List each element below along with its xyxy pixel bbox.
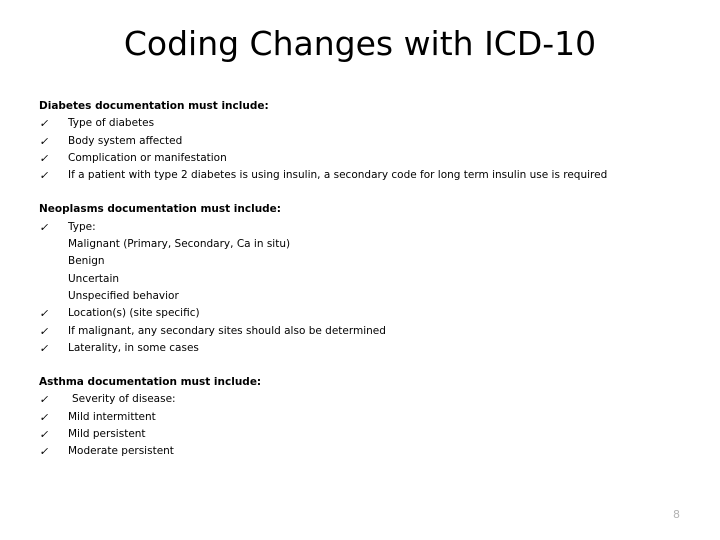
- section-asthma: Asthma documentation must include: ✓ Sev…: [39, 374, 679, 460]
- section-heading: Diabetes documentation must include:: [39, 100, 269, 112]
- slide-body: Diabetes documentation must include: ✓ T…: [39, 98, 679, 461]
- list-item: ✓ If malignant, any secondary sites shou…: [39, 323, 679, 340]
- checkmark-icon: ✓: [38, 445, 51, 459]
- checkmark-icon: ✓: [38, 151, 51, 165]
- sublist-item: Uncertain: [68, 272, 120, 285]
- sublist: Malignant (Primary, Secondary, Ca in sit…: [68, 236, 679, 305]
- list-item-label: Moderate persistent: [68, 445, 174, 458]
- list-item-label: If a patient with type 2 diabetes is usi…: [68, 169, 608, 182]
- checkmark-icon: ✓: [38, 220, 51, 234]
- list-item: ✓ Moderate persistent: [39, 443, 679, 460]
- list-item-label: Mild persistent: [68, 428, 146, 441]
- list-item-label: Severity of disease:: [72, 393, 176, 406]
- checkmark-icon: ✓: [38, 324, 51, 338]
- list-item-label: If malignant, any secondary sites should…: [68, 324, 386, 337]
- list-item: ✓ Mild intermittent: [39, 409, 679, 426]
- sublist-item: Unspecified behavior: [68, 289, 179, 302]
- section-diabetes: Diabetes documentation must include: ✓ T…: [39, 98, 679, 184]
- list-item: ✓ Type: Malignant (Primary, Secondary, C…: [39, 219, 679, 305]
- checkmark-icon: ✓: [38, 341, 51, 355]
- section-heading: Neoplasms documentation must include:: [39, 203, 282, 216]
- list-item-label: Location(s) (site specific): [68, 307, 200, 320]
- checkmark-icon: ✓: [38, 134, 51, 148]
- list-item: ✓ Location(s) (site specific): [39, 305, 679, 322]
- page-title: Coding Changes with ICD-10: [123, 24, 597, 63]
- checkmark-icon: ✓: [38, 117, 51, 131]
- list-item: ✓ Body system affected: [39, 133, 679, 150]
- slide-canvas: Coding Changes with ICD-10 Diabetes docu…: [0, 0, 720, 540]
- list-item-label: Body system affected: [68, 134, 183, 147]
- list-item: ✓ Type of diabetes: [39, 115, 679, 132]
- checklist: ✓ Severity of disease: ✓ Mild intermitte…: [39, 391, 679, 460]
- list-item-label: Type of diabetes: [68, 117, 155, 130]
- checkmark-icon: ✓: [38, 428, 51, 442]
- list-item: ✓ Severity of disease:: [39, 391, 679, 408]
- sublist-item: Benign: [68, 255, 105, 268]
- checkmark-icon: ✓: [38, 410, 51, 424]
- sublist-item: Malignant (Primary, Secondary, Ca in sit…: [68, 238, 291, 251]
- checklist: ✓ Type of diabetes ✓ Body system affecte…: [39, 115, 679, 184]
- section-heading: Asthma documentation must include:: [39, 376, 262, 389]
- checklist: ✓ Type: Malignant (Primary, Secondary, C…: [39, 219, 679, 357]
- checkmark-icon: ✓: [38, 393, 51, 407]
- list-item: ✓ Complication or manifestation: [39, 150, 679, 167]
- page-number: 8: [673, 508, 680, 521]
- list-item-label: Complication or manifestation: [68, 151, 227, 164]
- list-item: ✓ If a patient with type 2 diabetes is u…: [39, 167, 679, 184]
- list-item-label: Mild intermittent: [68, 410, 156, 423]
- checkmark-icon: ✓: [38, 169, 51, 183]
- list-item-label: Type:: [68, 220, 96, 233]
- checkmark-icon: ✓: [38, 307, 51, 321]
- list-item: ✓ Laterality, in some cases: [39, 340, 679, 357]
- list-item-label: Laterality, in some cases: [68, 341, 199, 354]
- section-neoplasms: Neoplasms documentation must include: ✓ …: [39, 201, 679, 357]
- list-item: ✓ Mild persistent: [39, 426, 679, 443]
